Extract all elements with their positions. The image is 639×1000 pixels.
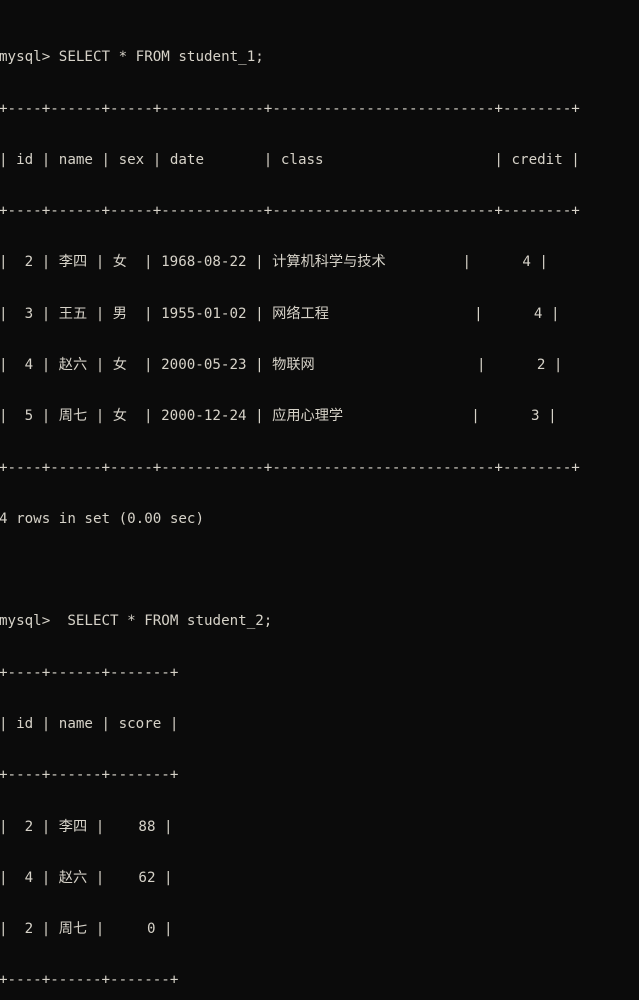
terminal-line: | 4 | 赵六 | 女 | 2000-05-23 | 物联网 | 2 | xyxy=(0,356,563,373)
terminal-line: +----+------+-------+ xyxy=(0,767,179,784)
terminal-line: | id | name | sex | date | class | credi… xyxy=(0,151,580,168)
terminal-line: | 4 | 赵六 | 62 | xyxy=(0,869,173,886)
terminal-line: | 5 | 周七 | 女 | 2000-12-24 | 应用心理学 | 3 | xyxy=(0,408,557,425)
mysql-terminal-window[interactable]: mysql> SELECT * FROM student_1; +----+--… xyxy=(0,0,639,988)
terminal-line: mysql> SELECT * FROM student_2; xyxy=(0,613,273,630)
terminal-line: | 2 | 李四 | 88 | xyxy=(0,818,173,835)
terminal-line: | id | name | score | xyxy=(0,715,179,732)
terminal-line: 4 rows in set (0.00 sec) xyxy=(0,510,204,527)
terminal-line: +----+------+-----+------------+--------… xyxy=(0,203,580,220)
terminal-line: +----+------+-------+ xyxy=(0,664,179,681)
terminal-line: +----+------+-----+------------+--------… xyxy=(0,100,580,117)
terminal-screen[interactable]: mysql> SELECT * FROM student_1; +----+--… xyxy=(0,0,639,1000)
terminal-line: | 2 | 周七 | 0 | xyxy=(0,921,173,938)
terminal-line: mysql> SELECT * FROM student_1; xyxy=(0,49,264,66)
terminal-line: +----+------+-----+------------+--------… xyxy=(0,459,580,476)
terminal-line: +----+------+-------+ xyxy=(0,972,179,989)
terminal-line: | 3 | 王五 | 男 | 1955-01-02 | 网络工程 | 4 | xyxy=(0,305,560,322)
terminal-line: | 2 | 李四 | 女 | 1968-08-22 | 计算机科学与技术 | 4… xyxy=(0,254,548,271)
